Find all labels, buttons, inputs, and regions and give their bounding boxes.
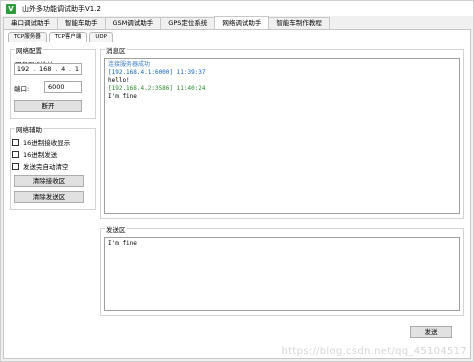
hex-receive-label: 16进制接收显示 — [23, 139, 71, 147]
ip-octet-4[interactable]: 1 — [75, 65, 79, 73]
tab-gsm-debug[interactable]: GSM调试助手 — [104, 17, 162, 29]
port-input[interactable]: 6000 — [44, 81, 82, 93]
server-ip-input[interactable]: 192 . 168 . 4 . 1 — [14, 63, 82, 75]
disconnect-button[interactable]: 断开 — [14, 100, 82, 112]
tab-car-tutorial[interactable]: 智能车制作教程 — [268, 17, 330, 29]
sub-tab-bar: TCP服务器 TCP客户端 UDP — [8, 32, 115, 42]
network-config-title: 网络配置 — [15, 45, 43, 55]
message-area-title: 消息区 — [105, 45, 127, 55]
main-tab-bar: 串口调试助手 智能车助手 GSM调试助手 GPS定位系统 网络调试助手 智能车制… — [3, 16, 330, 29]
send-button[interactable]: 发送 — [410, 326, 452, 338]
hex-send-label: 16进制发送 — [23, 151, 58, 159]
network-assist-title: 网络辅助 — [15, 124, 43, 134]
checkbox-box[interactable] — [12, 162, 19, 170]
message-log[interactable]: 连接服务器成功 [192.168.4.1:6000] 11:39:37 hell… — [104, 58, 460, 214]
tab-tcp-client[interactable]: TCP客户端 — [48, 32, 88, 42]
log-server-message: hello! — [108, 77, 130, 84]
send-input[interactable]: I'm fine — [104, 237, 460, 311]
tab-smart-car[interactable]: 智能车助手 — [57, 17, 106, 29]
ip-octet-2[interactable]: 168 — [39, 65, 51, 73]
hex-send-checkbox[interactable]: 16进制发送 — [12, 149, 57, 159]
tab-udp[interactable]: UDP — [89, 32, 113, 42]
tab-gps[interactable]: GPS定位系统 — [160, 17, 216, 29]
auto-clear-label: 发送完自动清空 — [23, 163, 69, 171]
tab-tcp-server[interactable]: TCP服务器 — [8, 32, 47, 42]
watermark: https://blog.csdn.net/qq_45104517 — [281, 346, 467, 357]
ip-octet-1[interactable]: 192 — [17, 65, 29, 73]
log-client-header: [192.168.4.2:3586] 11:40:24 — [108, 85, 206, 92]
ip-octet-3[interactable]: 4 — [61, 65, 65, 73]
port-label: 端口: — [14, 85, 30, 93]
clear-receive-button[interactable]: 清除接收区 — [14, 175, 84, 187]
app-logo-icon: V — [6, 3, 16, 14]
checkbox-box[interactable] — [12, 138, 19, 146]
tab-serial-debug[interactable]: 串口调试助手 — [3, 17, 58, 29]
clear-send-button[interactable]: 清除发送区 — [14, 191, 84, 203]
app-window: V 山外多功能调试助手V1.2 串口调试助手 智能车助手 GSM调试助手 GPS… — [0, 0, 474, 362]
log-connect-success: 连接服务器成功 — [108, 61, 151, 68]
title-bar: V 山外多功能调试助手V1.2 — [1, 1, 473, 16]
send-input-text: I'm fine — [108, 240, 137, 247]
tab-network-debug[interactable]: 网络调试助手 — [214, 16, 270, 29]
log-server-header: [192.168.4.1:6000] 11:39:37 — [108, 69, 206, 76]
hex-receive-checkbox[interactable]: 16进制接收显示 — [12, 137, 70, 147]
auto-clear-checkbox[interactable]: 发送完自动清空 — [12, 161, 69, 171]
window-title: 山外多功能调试助手V1.2 — [22, 4, 101, 13]
network-debug-panel: TCP服务器 TCP客户端 UDP 网络配置 服务器IP地址: 192 . 16… — [3, 29, 471, 359]
send-area-title: 发送区 — [105, 224, 127, 234]
checkbox-box[interactable] — [12, 150, 19, 158]
log-client-message: I'm fine — [108, 93, 137, 100]
